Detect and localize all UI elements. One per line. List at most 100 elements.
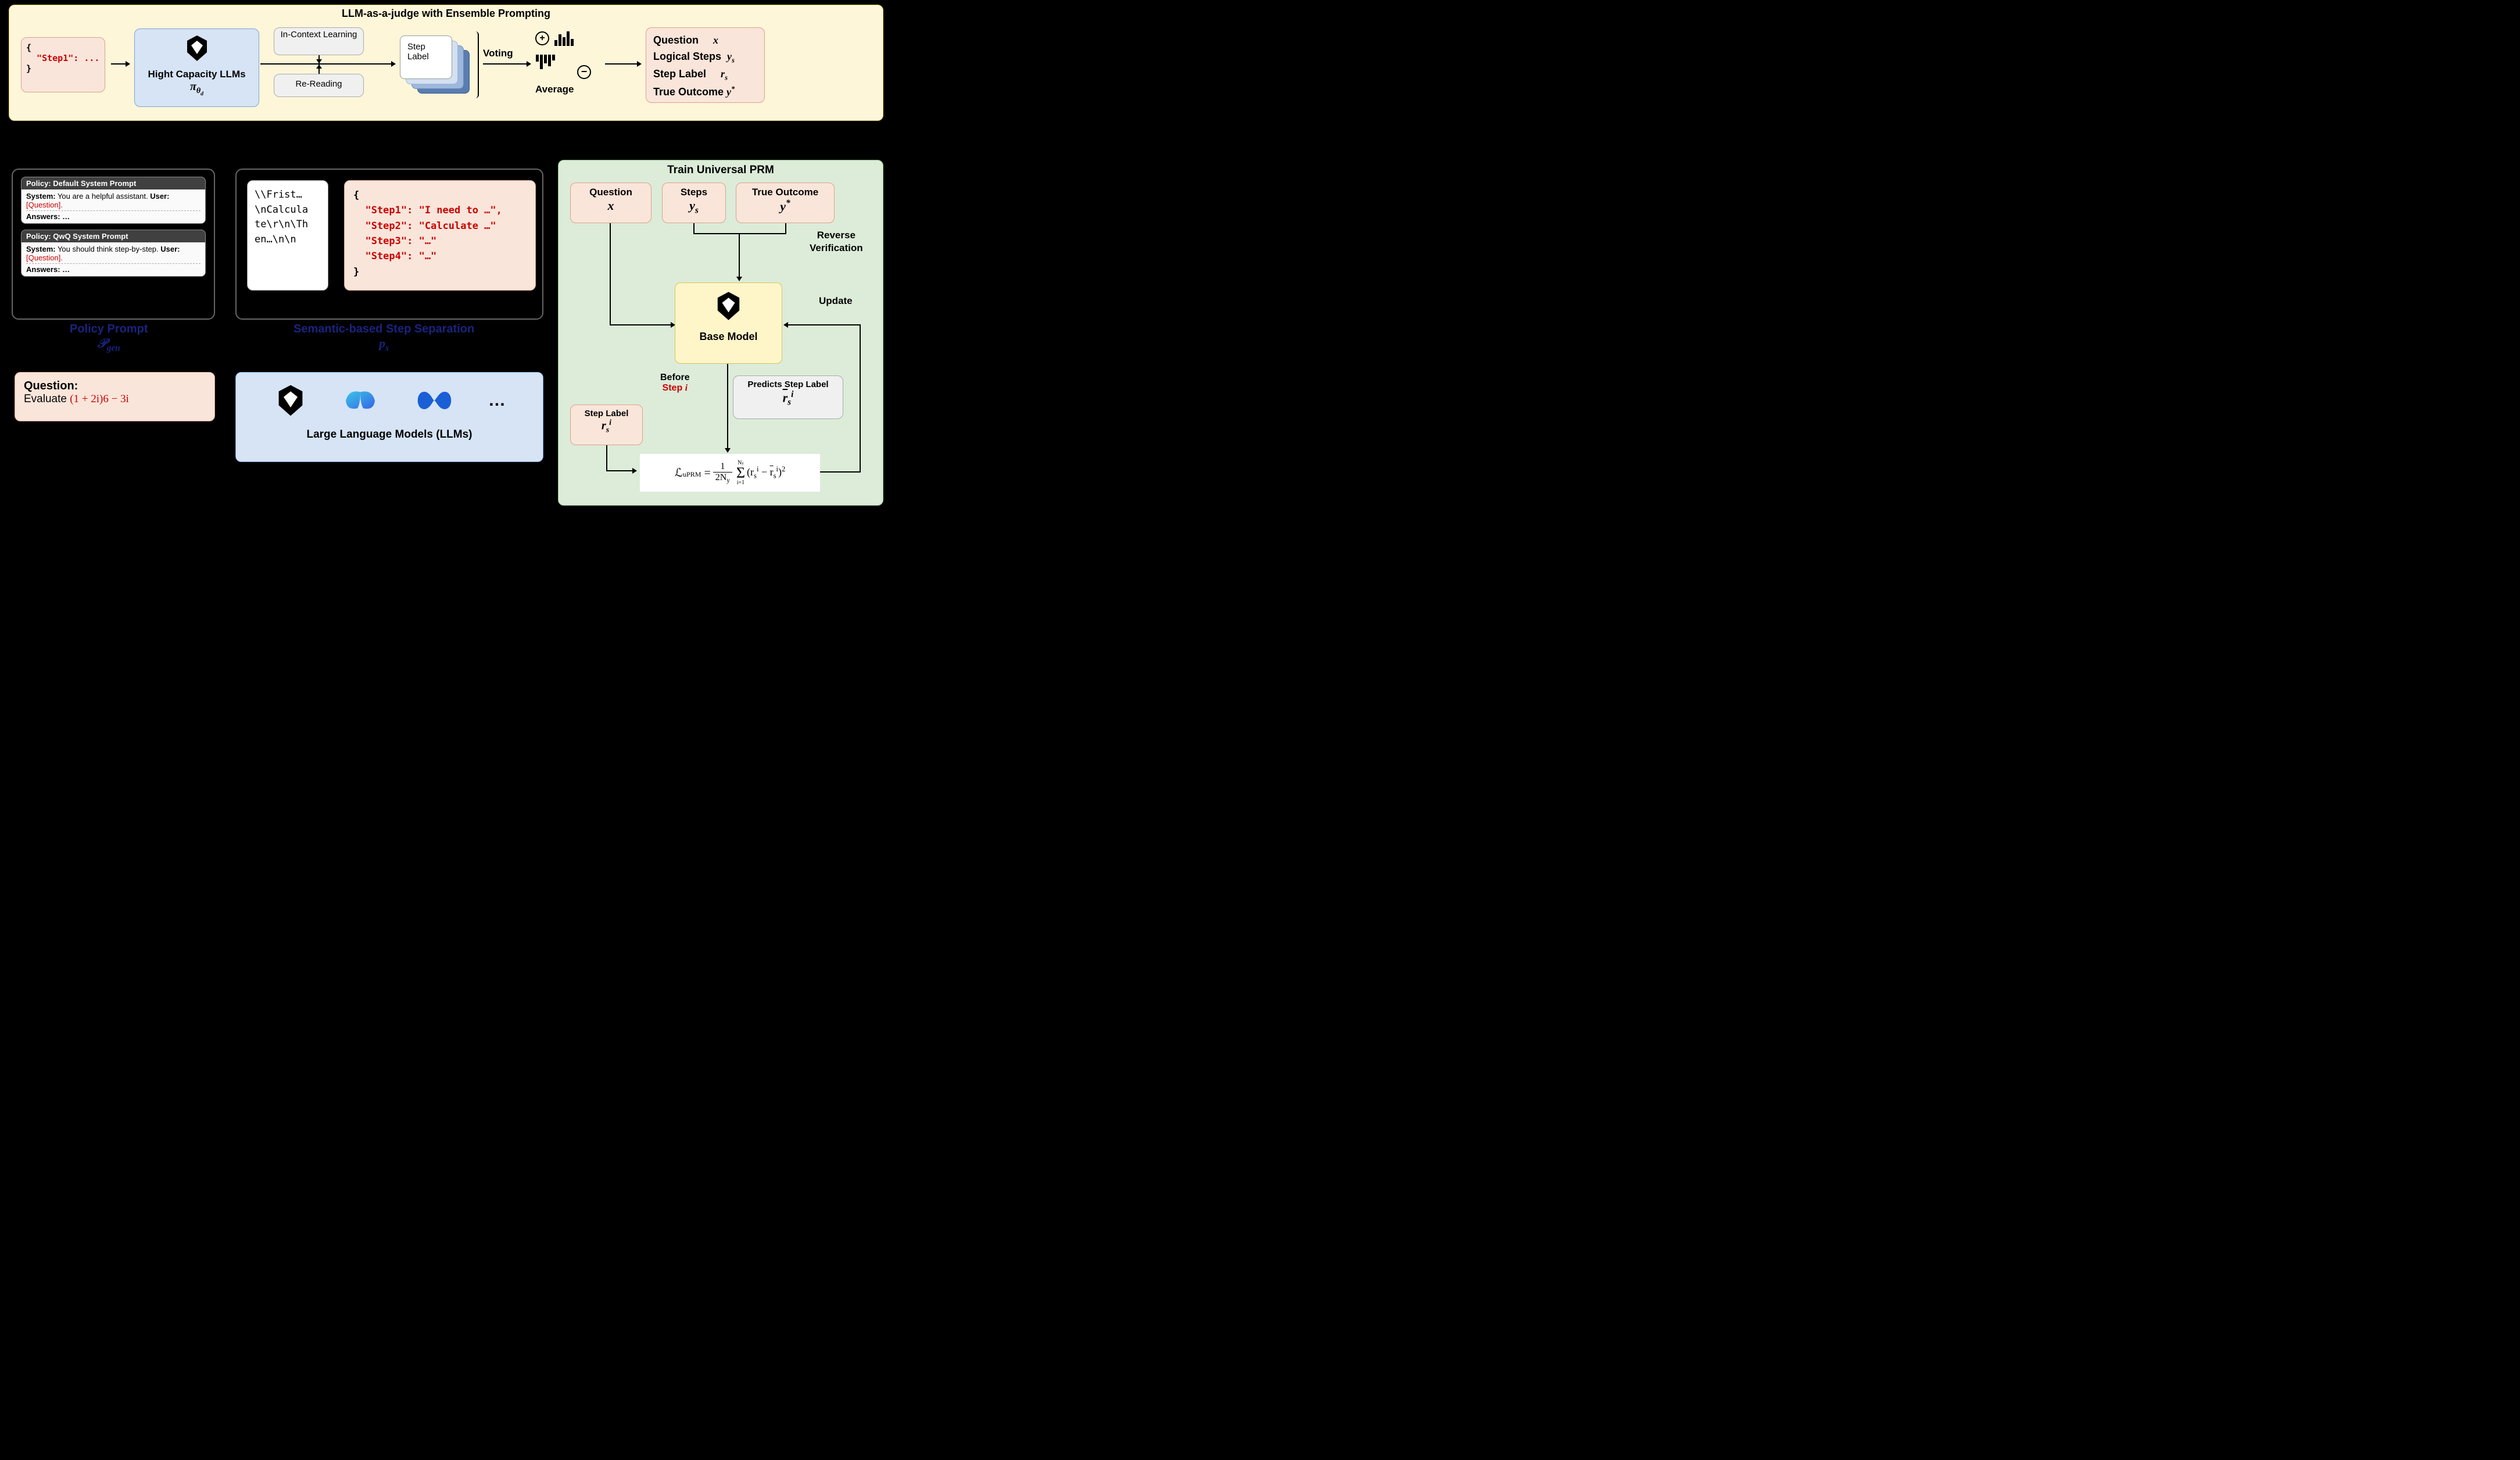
json-close: } xyxy=(26,63,100,74)
before-text: Before xyxy=(660,373,690,383)
json-l4: "Step4": "…" xyxy=(353,249,527,264)
d-steplabel-label: Step Label xyxy=(571,409,642,418)
policy-prompt-group: Policy: Default System Prompt System: Yo… xyxy=(12,169,215,320)
llm-hex-icon xyxy=(713,290,744,322)
question-math: (1 + 2i)6 − 3i xyxy=(70,393,129,405)
policy-prompt-symbol: 𝒫gen xyxy=(70,336,148,353)
reread-box: Re-Reading xyxy=(274,74,364,97)
semantic-step-group: \\Frist…\nCalculate\r\n\Then…\n\n { "Ste… xyxy=(235,169,543,320)
reread-label: Re-Reading xyxy=(274,79,363,89)
policy1-content: System: You are a helpful assistant. Use… xyxy=(22,189,205,223)
arrowhead-right-icon xyxy=(632,468,637,474)
panel-train-prm: Train Universal PRM Question x Steps ys … xyxy=(558,160,883,506)
p2-answers: Answers: … xyxy=(26,265,70,274)
stepi-text: Step i xyxy=(660,383,690,393)
llms-caption: Large Language Models (LLMs) xyxy=(236,428,543,441)
line-icon xyxy=(606,470,635,471)
out-outcome: True Outcome xyxy=(653,86,724,98)
line-icon xyxy=(610,324,674,325)
raw-text-box: \\Frist…\nCalculate\r\n\Then…\n\n xyxy=(247,180,328,291)
out-question: Question xyxy=(653,34,699,46)
infinity-icon xyxy=(413,386,456,415)
icl-box: In-Context Learning xyxy=(274,27,364,55)
panel-a-title: LLM-as-a-judge with Ensemble Prompting xyxy=(9,8,883,20)
question-pre: Evaluate xyxy=(24,393,70,405)
raw-text: \\Frist…\nCalculate\r\n\Then…\n\n xyxy=(255,189,308,245)
ellipsis: … xyxy=(488,391,506,410)
line-icon xyxy=(820,471,861,473)
json-close: } xyxy=(353,264,527,280)
line-icon xyxy=(785,324,861,325)
step-label-stack: Step Label xyxy=(400,35,470,94)
out-label: Step Label xyxy=(653,68,706,80)
llm-symbol: πθd xyxy=(135,80,259,97)
policy-qwq-card: Policy: QwQ System Prompt System: You sh… xyxy=(21,230,206,277)
policy-prompt-text: Policy Prompt xyxy=(70,323,148,336)
llm-hex-icon xyxy=(273,383,308,418)
p1-system-text: You are a helpful assistant. xyxy=(56,192,151,201)
policy1-title: Policy: Default System Prompt xyxy=(22,177,205,189)
output-box: Question x Logical Steps ys Step Label r… xyxy=(646,27,765,103)
voting-label: Voting xyxy=(483,48,513,59)
question-box: Question: Evaluate (1 + 2i)6 − 3i xyxy=(15,372,215,421)
steplabel-box-d: Step Label rsi xyxy=(570,405,643,445)
arrowhead-down-icon xyxy=(316,59,322,63)
arrowhead-down-icon xyxy=(725,448,731,453)
parsed-json-box: { "Step1": "I need to …", "Step2": "Calc… xyxy=(344,180,536,291)
predicts-label: Predicts Step Label xyxy=(733,380,843,389)
pi-symbol: π xyxy=(190,80,196,93)
average-label: Average xyxy=(535,84,574,95)
question-label: Question: xyxy=(24,380,206,393)
semantic-step-symbol: ps xyxy=(293,336,474,353)
d-steps-label: Steps xyxy=(663,187,725,198)
arrow-icon xyxy=(605,63,637,65)
arrow-icon xyxy=(483,63,527,65)
line-icon xyxy=(860,324,861,473)
before-stepi-label: Before Step i xyxy=(660,373,690,393)
out-label-sym: rs xyxy=(721,68,728,80)
policy-default-card: Policy: Default System Prompt System: Yo… xyxy=(21,177,206,224)
json-open: { xyxy=(26,42,100,53)
json-l2: "Step2": "Calculate …" xyxy=(353,219,527,234)
pi-sub: θd xyxy=(196,87,203,95)
arrowhead-up-icon xyxy=(316,65,322,69)
p2-system-text: You should think step-by-step. xyxy=(56,245,161,253)
p2-user-text: [Question]. xyxy=(26,253,63,262)
arrowhead-down-icon xyxy=(736,277,742,281)
p1-system-label: System: xyxy=(26,192,56,201)
p2-user-label: User: xyxy=(160,245,180,253)
d-question-label: Question xyxy=(571,187,651,198)
out-steps-sym: ys xyxy=(727,51,735,62)
steplabel-line1: Step xyxy=(407,42,445,52)
predicts-sym: rsi xyxy=(733,389,843,408)
base-model-box: Base Model xyxy=(675,282,782,364)
semantic-step-text: Semantic-based Step Separation xyxy=(293,323,474,336)
average-icon-group: + − Average xyxy=(535,31,611,101)
p1-user-label: User: xyxy=(150,192,169,201)
panel-d-title: Train Universal PRM xyxy=(559,164,883,177)
p1-user-text: [Question]. xyxy=(26,201,63,209)
line-icon xyxy=(693,233,786,234)
predicts-box: Predicts Step Label rsi xyxy=(733,375,843,419)
outcome-box-d: True Outcome y* xyxy=(736,182,835,223)
icl-label: In-Context Learning xyxy=(274,29,363,41)
line-icon xyxy=(610,223,611,325)
out-outcome-sym: y* xyxy=(726,86,735,98)
line-icon xyxy=(606,445,607,471)
panel-judge-ensemble: LLM-as-a-judge with Ensemble Prompting {… xyxy=(9,5,883,121)
question-box-d: Question x xyxy=(570,182,652,223)
arrow-icon xyxy=(111,63,126,65)
steplabel-line2: Label xyxy=(407,52,445,62)
out-question-sym: x xyxy=(713,34,718,46)
high-capacity-llms-box: Hight Capacity LLMs πθd xyxy=(134,28,259,107)
arrowhead-left-icon xyxy=(783,322,788,328)
loss-formula: ℒuPRM = 1 2Ny Ny Σ i=1 (rsi − rsi)2 xyxy=(640,454,820,492)
arrow-icon xyxy=(260,63,391,65)
steps-box-d: Steps ys xyxy=(662,182,726,223)
policy2-title: Policy: QwQ System Prompt xyxy=(22,230,205,242)
reverse-verification-label: ReverseVerification xyxy=(810,229,863,255)
butterfly-icon xyxy=(340,385,381,417)
json-l3: "Step3": "…" xyxy=(353,234,527,249)
llms-row: … Large Language Models (LLMs) xyxy=(235,372,543,462)
out-steps: Logical Steps xyxy=(653,51,721,62)
